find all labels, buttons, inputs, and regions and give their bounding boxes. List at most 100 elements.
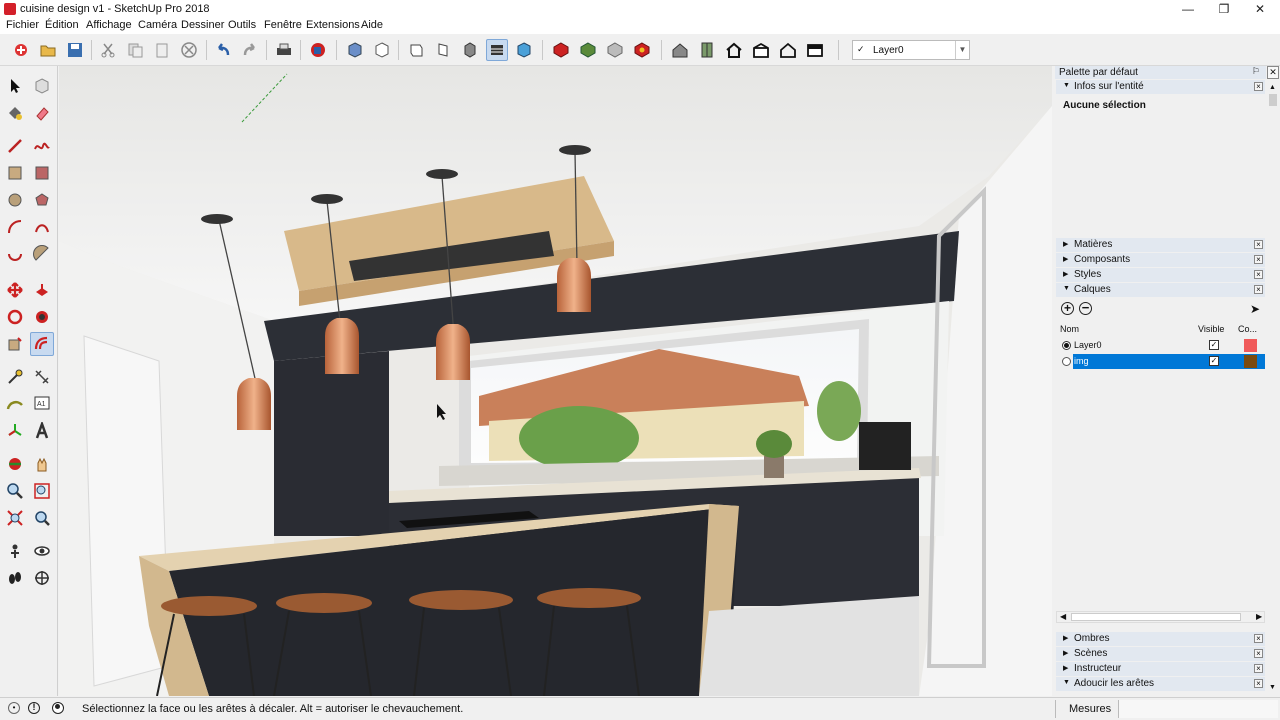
polygon-tool-icon[interactable]: [30, 188, 54, 212]
user-icon[interactable]: [52, 702, 64, 714]
close-icon[interactable]: ×: [1254, 664, 1263, 673]
menu-fichier[interactable]: Fichier: [6, 19, 39, 31]
text-tool-icon[interactable]: A1: [30, 392, 54, 416]
front-view-icon[interactable]: [405, 39, 427, 61]
house-outline-icon[interactable]: [777, 39, 799, 61]
layers-hscrollbar[interactable]: ◀ ▶: [1056, 611, 1265, 623]
shaded-style-icon[interactable]: [513, 39, 535, 61]
tape-measure-icon[interactable]: [3, 365, 27, 389]
instructor-header[interactable]: ▶ Instructeur ×: [1056, 662, 1265, 676]
back-view-icon[interactable]: [459, 39, 481, 61]
visible-checkbox[interactable]: ✓: [1209, 356, 1219, 366]
rectangle-tool-icon[interactable]: [3, 161, 27, 185]
menu-aide[interactable]: Aide: [361, 19, 383, 31]
visible-checkbox[interactable]: ✓: [1209, 340, 1219, 350]
close-icon[interactable]: ×: [1254, 285, 1263, 294]
menu-camera[interactable]: Caméra: [138, 19, 177, 31]
scenes-header[interactable]: ▶ Scènes ×: [1056, 647, 1265, 661]
rotated-rectangle-icon[interactable]: [30, 161, 54, 185]
close-icon[interactable]: ×: [1254, 649, 1263, 658]
look-around-icon[interactable]: [30, 539, 54, 563]
add-layer-icon[interactable]: +: [1061, 302, 1074, 315]
circle-tool-icon[interactable]: [3, 188, 27, 212]
layout-icon[interactable]: [696, 39, 718, 61]
materials-header[interactable]: ▶ Matières ×: [1056, 238, 1265, 252]
orbit-tool-icon[interactable]: [3, 452, 27, 476]
close-icon[interactable]: ✕: [1242, 0, 1278, 18]
save-icon[interactable]: [64, 39, 86, 61]
active-layer-radio[interactable]: [1062, 341, 1071, 350]
menu-extensions[interactable]: Extensions: [306, 19, 360, 31]
section-plane-icon[interactable]: [30, 566, 54, 590]
redo-icon[interactable]: [239, 39, 261, 61]
menu-fenetre[interactable]: Fenêtre: [264, 19, 302, 31]
close-icon[interactable]: ×: [1254, 82, 1263, 91]
scroll-down-icon[interactable]: ▼: [1269, 684, 1276, 691]
axes-tool-icon[interactable]: [3, 419, 27, 443]
maximize-icon[interactable]: ❐: [1206, 0, 1242, 18]
layer-color-swatch[interactable]: [1244, 339, 1257, 352]
top-view-icon[interactable]: [371, 39, 393, 61]
open-icon[interactable]: [37, 39, 59, 61]
entity-info-header[interactable]: ▼ Infos sur l'entité ×: [1056, 80, 1265, 94]
walk-tool-icon[interactable]: [3, 566, 27, 590]
3d-warehouse-icon[interactable]: [550, 39, 572, 61]
zoom-extents-icon[interactable]: [3, 506, 27, 530]
scroll-right-icon[interactable]: ▶: [1256, 612, 1262, 621]
cut-icon[interactable]: [97, 39, 119, 61]
share-model-icon[interactable]: [577, 39, 599, 61]
pie-tool-icon[interactable]: [30, 242, 54, 266]
measurements-input[interactable]: [1118, 700, 1278, 718]
pin-icon[interactable]: ⚐: [1252, 66, 1260, 77]
house-icon[interactable]: [723, 39, 745, 61]
minimize-icon[interactable]: —: [1170, 0, 1206, 18]
scroll-left-icon[interactable]: ◀: [1060, 612, 1066, 621]
move-tool-icon[interactable]: [3, 278, 27, 302]
position-camera-icon[interactable]: [3, 539, 27, 563]
offset-tool-icon[interactable]: [30, 332, 54, 356]
styles-header[interactable]: ▶ Styles ×: [1056, 268, 1265, 282]
tray-scrollbar[interactable]: ▲ ▼: [1267, 80, 1279, 696]
components-header[interactable]: ▶ Composants ×: [1056, 253, 1265, 267]
geo-location-icon[interactable]: •: [8, 702, 20, 714]
arc-3pt-icon[interactable]: [3, 242, 27, 266]
layer-row[interactable]: img ✓: [1056, 354, 1265, 369]
make-component-icon[interactable]: [30, 74, 54, 98]
menu-affichage[interactable]: Affichage: [86, 19, 132, 31]
layer-row[interactable]: Layer0 ✓: [1056, 338, 1265, 353]
extension-warehouse-icon[interactable]: [631, 39, 653, 61]
copy-icon[interactable]: [124, 39, 146, 61]
share-component-icon[interactable]: [604, 39, 626, 61]
layers-header[interactable]: ▼ Calques ×: [1056, 283, 1265, 297]
pan-tool-icon[interactable]: [30, 452, 54, 476]
previous-view-icon[interactable]: [30, 506, 54, 530]
house-roof-icon[interactable]: [750, 39, 772, 61]
model-viewport[interactable]: [59, 66, 1052, 696]
shadows-header[interactable]: ▶ Ombres ×: [1056, 632, 1265, 646]
close-icon[interactable]: ×: [1254, 240, 1263, 249]
menu-dessiner[interactable]: Dessiner: [181, 19, 224, 31]
scroll-thumb[interactable]: [1269, 94, 1277, 106]
eraser-icon[interactable]: [30, 101, 54, 125]
close-icon[interactable]: ×: [1254, 255, 1263, 264]
line-tool-icon[interactable]: [3, 134, 27, 158]
menu-edition[interactable]: Édition: [45, 19, 79, 31]
right-view-icon[interactable]: [432, 39, 454, 61]
zoom-window-icon[interactable]: [30, 479, 54, 503]
3d-text-icon[interactable]: [30, 419, 54, 443]
close-icon[interactable]: ×: [1254, 679, 1263, 688]
protractor-icon[interactable]: [3, 392, 27, 416]
model-info-icon[interactable]: [307, 39, 329, 61]
push-pull-icon[interactable]: [30, 278, 54, 302]
close-tray-icon[interactable]: ✕: [1267, 66, 1279, 79]
iso-view-icon[interactable]: [344, 39, 366, 61]
erase-icon[interactable]: [178, 39, 200, 61]
remove-layer-icon[interactable]: −: [1079, 301, 1092, 315]
wireframe-style-icon[interactable]: [486, 39, 508, 61]
print-icon[interactable]: [273, 39, 295, 61]
new-icon[interactable]: [10, 39, 32, 61]
undo-icon[interactable]: [212, 39, 234, 61]
chevron-down-icon[interactable]: ▼: [955, 41, 969, 59]
soften-edges-header[interactable]: ▼ Adoucir les arêtes ×: [1056, 677, 1265, 691]
freehand-icon[interactable]: [30, 134, 54, 158]
